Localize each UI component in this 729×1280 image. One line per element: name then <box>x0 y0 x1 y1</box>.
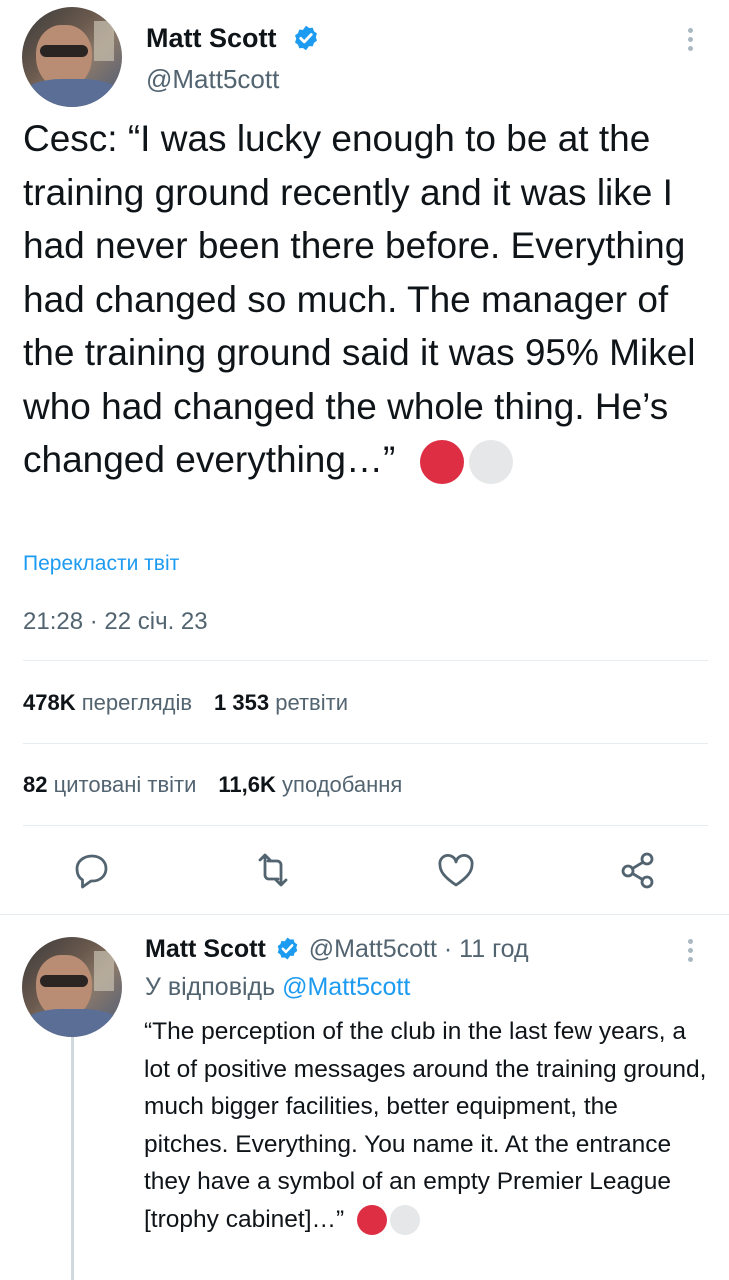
retweet-icon[interactable] <box>251 848 295 892</box>
reply-header: Matt Scott @Matt5cott · 11 год <box>145 935 529 964</box>
like-icon[interactable] <box>434 848 478 892</box>
reply-tweet[interactable]: Matt Scott @Matt5cott · 11 год У відпові… <box>0 915 729 1280</box>
white-circle-icon <box>468 440 513 485</box>
red-circle-icon <box>419 440 464 485</box>
replying-to-label: У відповідь <box>145 973 276 1001</box>
reply-text: “The perception of the club in the last … <box>144 1013 709 1238</box>
verified-badge-icon <box>277 937 298 960</box>
more-options-icon[interactable] <box>688 28 694 55</box>
author-handle[interactable]: @Matt5cott <box>146 64 279 95</box>
divider <box>23 660 708 661</box>
author-name[interactable]: Matt Scott <box>146 23 277 54</box>
share-icon[interactable] <box>616 848 660 892</box>
reply-author-name[interactable]: Matt Scott <box>145 935 266 963</box>
stats-row-1: 478K переглядів 1 353 ретвіти <box>23 690 348 716</box>
likes-stat[interactable]: 11,6K уподобання <box>218 772 402 797</box>
action-bar <box>0 848 729 896</box>
verified-badge-icon <box>295 25 317 51</box>
white-circle-icon <box>390 1205 420 1236</box>
replying-to: У відповідь @Matt5cott <box>145 973 410 1002</box>
retweets-stat[interactable]: 1 353 ретвіти <box>214 690 348 715</box>
tweet-body: Cesc: “I was lucky enough to be at the t… <box>23 118 696 480</box>
replying-to-mention[interactable]: @Matt5cott <box>282 973 410 1001</box>
reply-avatar[interactable] <box>22 937 122 1037</box>
more-options-icon[interactable] <box>688 939 694 966</box>
reply-author-handle[interactable]: @Matt5cott <box>309 935 437 963</box>
quotes-stat[interactable]: 82 цитовані твіти <box>23 772 196 797</box>
divider <box>23 825 708 826</box>
red-circle-icon <box>357 1205 387 1236</box>
divider <box>23 743 708 744</box>
avatar[interactable] <box>22 7 122 107</box>
meta-separator: · <box>443 935 453 963</box>
tweet-text: Cesc: “I was lucky enough to be at the t… <box>23 112 703 487</box>
thread-line <box>71 1037 74 1280</box>
reply-time[interactable]: 11 год <box>459 935 528 963</box>
views-stat[interactable]: 478K переглядів <box>23 690 192 715</box>
tweet-timestamp[interactable]: 21:28 · 22 січ. 23 <box>23 608 208 636</box>
stats-row-2: 82 цитовані твіти 11,6K уподобання <box>23 772 402 798</box>
reply-icon[interactable] <box>70 848 114 892</box>
reply-body: “The perception of the club in the last … <box>144 1018 707 1233</box>
translate-tweet-link[interactable]: Перекласти твіт <box>23 552 179 576</box>
